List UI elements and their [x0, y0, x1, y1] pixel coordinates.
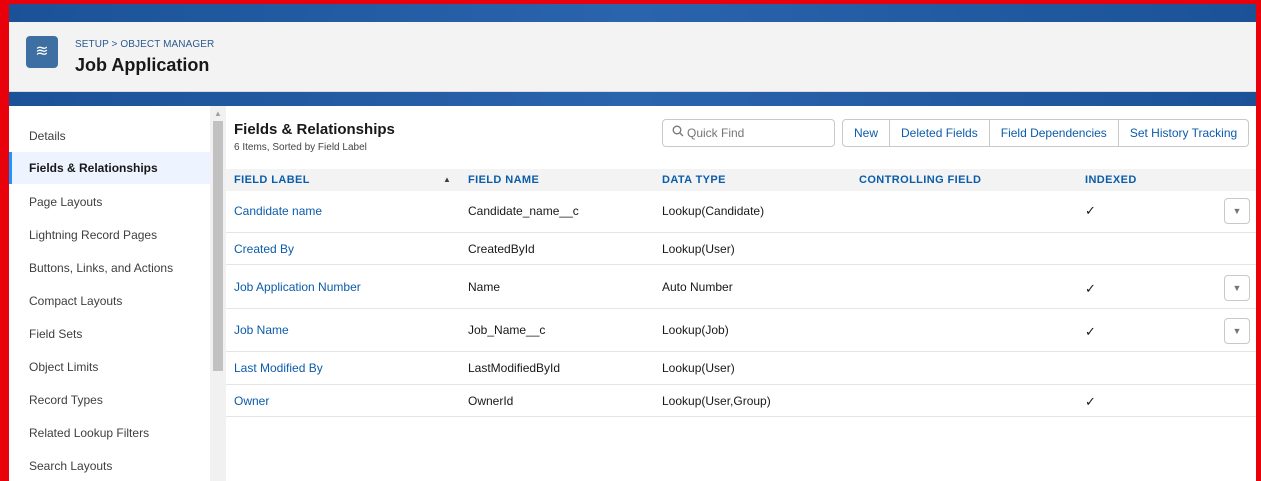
check-icon: ✓	[1085, 203, 1096, 218]
sidebar-item-details[interactable]: Details	[9, 120, 210, 152]
field-label-link[interactable]: Job Name	[234, 323, 289, 337]
sidebar-item-buttons-links-actions[interactable]: Buttons, Links, and Actions	[9, 252, 210, 284]
search-icon	[672, 125, 684, 140]
sidebar-item-page-layouts[interactable]: Page Layouts	[9, 186, 210, 218]
column-header-data-type[interactable]: Data Type	[662, 169, 726, 191]
field-name: CreatedById	[468, 242, 535, 256]
column-header-field-label[interactable]: Field Label	[234, 169, 310, 191]
sidebar-item-related-lookup-filters[interactable]: Related Lookup Filters	[9, 417, 210, 449]
field-dependencies-button[interactable]: Field Dependencies	[988, 119, 1119, 147]
data-type: Lookup(Candidate)	[662, 204, 765, 218]
sort-ascending-icon[interactable]: ▲	[443, 169, 451, 191]
field-name: OwnerId	[468, 394, 514, 408]
data-type: Lookup(User,Group)	[662, 394, 771, 408]
chevron-down-icon: ▼	[1232, 326, 1242, 336]
column-header-controlling-field[interactable]: Controlling Field	[859, 169, 981, 191]
check-icon: ✓	[1085, 281, 1096, 296]
data-type: Auto Number	[662, 280, 733, 294]
quick-find-input[interactable]	[687, 124, 827, 142]
quick-find-box[interactable]	[662, 119, 835, 147]
field-label-link[interactable]: Owner	[234, 394, 269, 408]
sidebar-item-compact-layouts[interactable]: Compact Layouts	[9, 285, 210, 317]
sidebar-scrollbar[interactable]: ▲	[210, 106, 226, 481]
row-actions-dropdown[interactable]: ▼	[1224, 198, 1250, 224]
table-row: Created By CreatedById Lookup(User)	[226, 233, 1256, 265]
table-header: Field Label ▲ Field Name Data Type Contr…	[226, 169, 1256, 191]
field-label-link[interactable]: Candidate name	[234, 204, 322, 218]
deleted-fields-button[interactable]: Deleted Fields	[889, 119, 990, 147]
table-row: Job Name Job_Name__c Lookup(Job) ✓ ▼	[226, 309, 1256, 352]
page-header: ≋ SETUP > OBJECT MANAGER Job Application	[9, 22, 1256, 92]
sidebar: Details Fields & Relationships Page Layo…	[9, 106, 210, 481]
header-banner	[9, 4, 1256, 22]
table-row: Owner OwnerId Lookup(User,Group) ✓	[226, 385, 1256, 417]
field-label-link[interactable]: Job Application Number	[234, 280, 361, 294]
section-subtitle: 6 Items, Sorted by Field Label	[234, 142, 367, 153]
scroll-up-arrow-icon[interactable]: ▲	[214, 109, 222, 118]
main-panel: Fields & Relationships 6 Items, Sorted b…	[226, 106, 1256, 481]
check-icon: ✓	[1085, 324, 1096, 339]
scroll-thumb[interactable]	[213, 121, 223, 371]
sidebar-item-object-limits[interactable]: Object Limits	[9, 351, 210, 383]
layers-icon: ≋	[26, 36, 58, 68]
sidebar-item-search-layouts[interactable]: Search Layouts	[9, 450, 210, 481]
field-name: LastModifiedById	[468, 361, 561, 375]
sidebar-item-field-sets[interactable]: Field Sets	[9, 318, 210, 350]
section-title: Fields & Relationships	[234, 121, 395, 138]
chevron-down-icon: ▼	[1232, 283, 1242, 293]
table-row: Job Application Number Name Auto Number …	[226, 265, 1256, 309]
page-title: Job Application	[75, 55, 210, 75]
data-type: Lookup(User)	[662, 361, 735, 375]
new-button[interactable]: New	[842, 119, 891, 147]
chevron-down-icon: ▼	[1232, 206, 1242, 216]
sidebar-item-fields-relationships[interactable]: Fields & Relationships	[9, 152, 210, 184]
breadcrumb[interactable]: SETUP > OBJECT MANAGER	[75, 39, 214, 50]
column-header-indexed[interactable]: Indexed	[1085, 169, 1137, 191]
row-actions-dropdown[interactable]: ▼	[1224, 318, 1250, 344]
set-history-tracking-button[interactable]: Set History Tracking	[1117, 119, 1250, 147]
field-label-link[interactable]: Created By	[234, 242, 294, 256]
check-icon: ✓	[1085, 394, 1096, 409]
field-name: Name	[468, 280, 501, 294]
data-type: Lookup(Job)	[662, 323, 729, 337]
toolbar-button-group: New Deleted Fields Field Dependencies Se…	[842, 119, 1250, 147]
data-type: Lookup(User)	[662, 242, 735, 256]
sidebar-item-record-types[interactable]: Record Types	[9, 384, 210, 416]
table-row: Candidate name Candidate_name__c Lookup(…	[226, 191, 1256, 233]
field-name: Candidate_name__c	[468, 204, 579, 218]
row-actions-dropdown[interactable]: ▼	[1224, 275, 1250, 301]
field-label-link[interactable]: Last Modified By	[234, 361, 323, 375]
column-header-field-name[interactable]: Field Name	[468, 169, 539, 191]
sidebar-item-lightning-record-pages[interactable]: Lightning Record Pages	[9, 219, 210, 251]
content-banner	[9, 92, 1256, 106]
table-row: Last Modified By LastModifiedById Lookup…	[226, 352, 1256, 385]
field-name: Job_Name__c	[468, 323, 546, 337]
